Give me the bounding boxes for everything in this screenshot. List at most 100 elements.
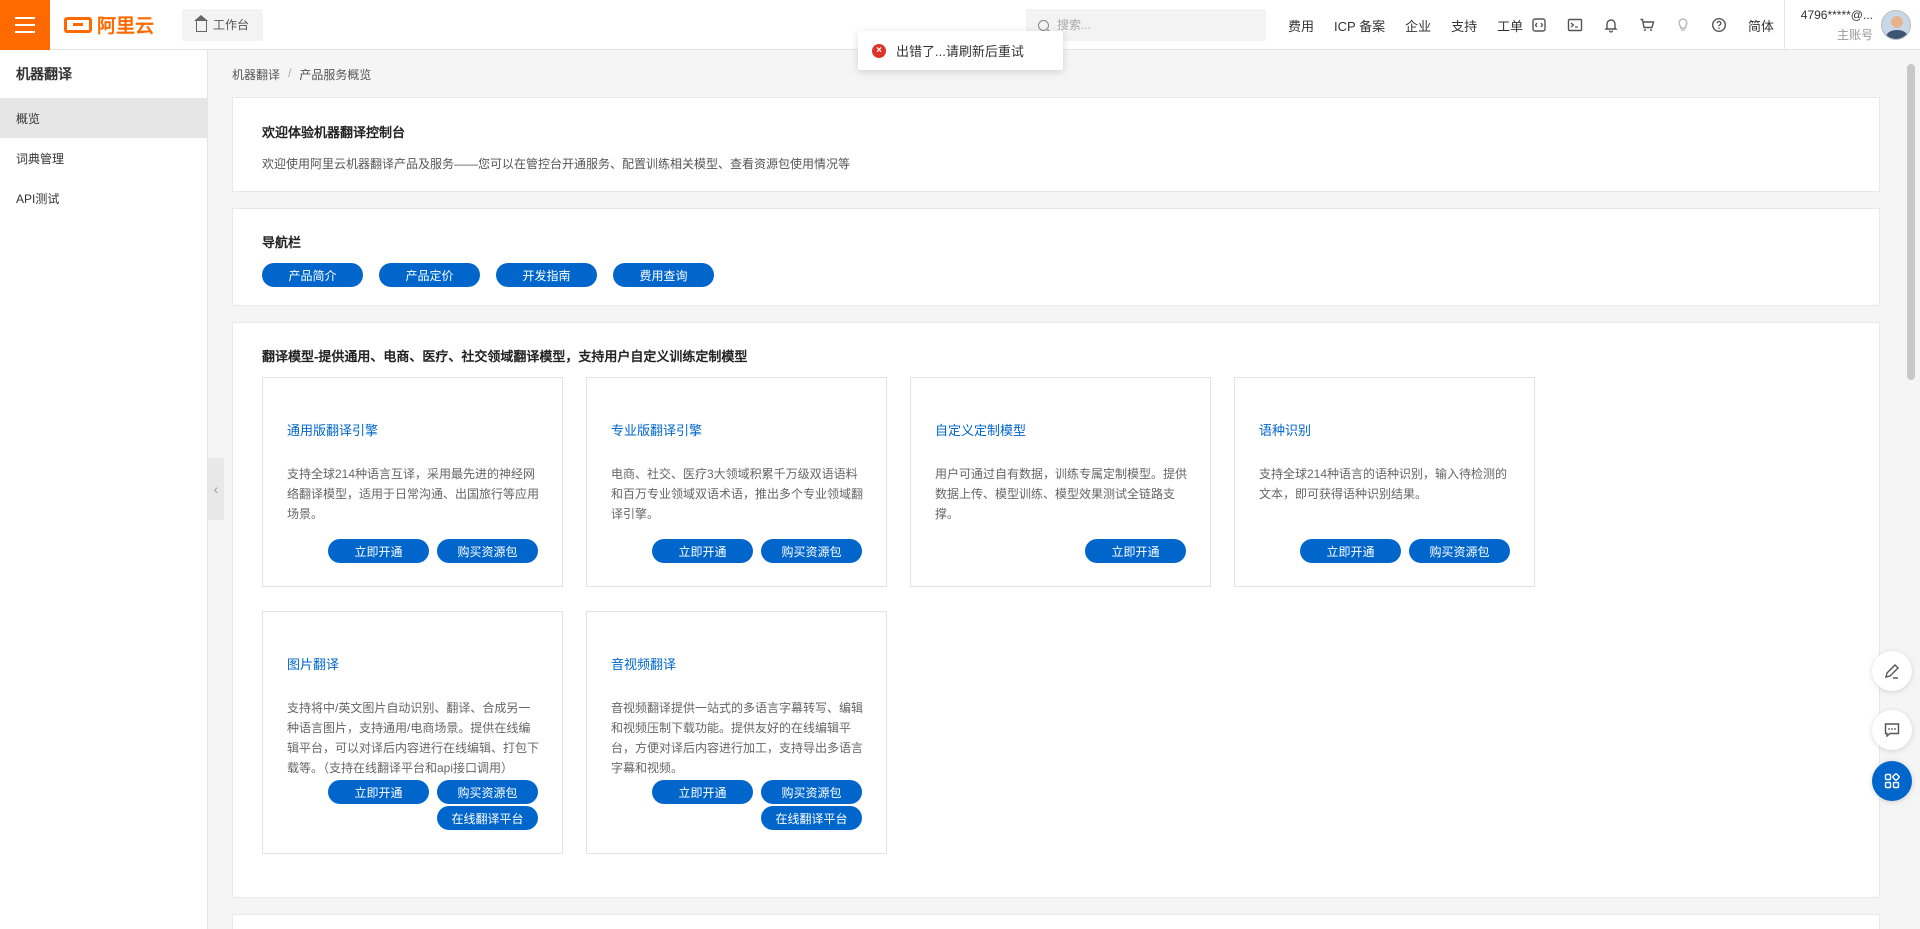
model-buttons-secondary: 在线翻译平台	[437, 806, 538, 830]
sidebar-item-api-test[interactable]: API测试	[0, 178, 207, 218]
aliyun-logo-icon	[64, 16, 92, 33]
activate-button[interactable]: 立即开通	[1300, 539, 1401, 563]
translation-models-card: 翻译模型-提供通用、电商、医疗、社交领域翻译模型，支持用户自定义训练定制模型 通…	[232, 322, 1880, 898]
model-title[interactable]: 通用版翻译引擎	[287, 420, 378, 439]
billing-query-button[interactable]: 费用查询	[613, 263, 714, 287]
model-description: 支持全球214种语言互译，采用最先进的神经网络翻译模型，适用于日常沟通、出国旅行…	[287, 467, 540, 521]
account-role: 主账号	[1836, 27, 1873, 42]
model-description: 支持将中/英文图片自动识别、翻译、合成另一种语言图片，支持通用/电商场景。提供在…	[287, 701, 540, 775]
model-card-general: 通用版翻译引擎 支持全球214种语言互译，采用最先进的神经网络翻译模型，适用于日…	[262, 377, 563, 587]
navigation-title: 导航栏	[262, 235, 302, 250]
product-intro-button[interactable]: 产品简介	[262, 263, 363, 287]
model-buttons: 立即开通 购买资源包	[328, 539, 538, 563]
error-icon: ×	[872, 43, 886, 58]
language-switch[interactable]: 简体	[1748, 16, 1774, 35]
buy-package-button[interactable]: 购买资源包	[437, 539, 538, 563]
model-card-custom: 自定义定制模型 用户可通过自有数据，训练专属定制模型。提供数据上传、模型训练、模…	[910, 377, 1211, 587]
lightbulb-icon[interactable]	[1674, 16, 1692, 34]
sidebar-collapse-button[interactable]: ‹	[208, 458, 224, 520]
model-description: 支持全球214种语言的语种识别，输入待检测的文本，即可获得语种识别结果。	[1259, 467, 1508, 501]
search-icon	[1038, 19, 1049, 31]
chat-button[interactable]	[1872, 710, 1912, 750]
model-title[interactable]: 自定义定制模型	[935, 420, 1026, 439]
apps-grid-button[interactable]	[1872, 761, 1912, 801]
model-title[interactable]: 语种识别	[1259, 420, 1311, 439]
sidebar: 机器翻译 概览 词典管理 API测试	[0, 50, 208, 929]
hamburger-menu-button[interactable]	[0, 0, 50, 50]
nav-link-support[interactable]: 支持	[1451, 16, 1477, 35]
cart-icon[interactable]	[1638, 16, 1656, 34]
chevron-left-icon: ‹	[213, 481, 219, 497]
buy-package-button[interactable]: 购买资源包	[437, 780, 538, 804]
terminal-icon[interactable]	[1566, 16, 1584, 34]
online-platform-button[interactable]: 在线翻译平台	[761, 806, 862, 830]
nav-link-ticket[interactable]: 工单	[1497, 16, 1523, 35]
workbench-label: 工作台	[213, 18, 250, 32]
sidebar-item-overview[interactable]: 概览	[0, 98, 207, 138]
code-icon[interactable]	[1530, 16, 1548, 34]
model-card-av-translation: 音视频翻译 音视频翻译提供一站式的多语言字幕转写、编辑和视频压制下载功能。提供友…	[586, 611, 887, 854]
product-pricing-button[interactable]: 产品定价	[379, 263, 480, 287]
workbench-button[interactable]: 工作台	[182, 8, 264, 41]
model-buttons: 立即开通 购买资源包	[1300, 539, 1510, 563]
model-description: 用户可通过自有数据，训练专属定制模型。提供数据上传、模型训练、模型效果测试全链路…	[935, 467, 1188, 521]
online-platform-button[interactable]: 在线翻译平台	[437, 806, 538, 830]
navigation-buttons: 产品简介 产品定价 开发指南 费用查询	[262, 263, 714, 287]
buy-package-button[interactable]: 购买资源包	[761, 780, 862, 804]
model-card-image-translation: 图片翻译 支持将中/英文图片自动识别、翻译、合成另一种语言图片，支持通用/电商场…	[262, 611, 563, 854]
top-nav-links: 费用 ICP 备案 企业 支持 工单	[1288, 0, 1523, 50]
breadcrumb: 机器翻译 / 产品服务概览	[232, 66, 371, 83]
top-icon-group	[1530, 0, 1728, 50]
breadcrumb-separator: /	[288, 66, 292, 80]
sidebar-item-dictionary[interactable]: 词典管理	[0, 138, 207, 178]
buy-package-button[interactable]: 购买资源包	[1409, 539, 1510, 563]
model-card-language-detect: 语种识别 支持全球214种语言的语种识别，输入待检测的文本，即可获得语种识别结果…	[1234, 377, 1535, 587]
model-buttons: 立即开通 购买资源包	[652, 780, 862, 804]
pencil-icon	[1885, 664, 1899, 679]
model-description: 音视频翻译提供一站式的多语言字幕转写、编辑和视频压制下载功能。提供友好的在线编辑…	[611, 701, 864, 775]
breadcrumb-item-current: 产品服务概览	[299, 68, 372, 82]
model-title[interactable]: 图片翻译	[287, 654, 339, 673]
chat-icon	[1884, 723, 1900, 738]
sidebar-title: 机器翻译	[16, 66, 72, 82]
nav-link-billing[interactable]: 费用	[1288, 16, 1314, 35]
logo-text: 阿里云	[97, 16, 155, 37]
account-names: 4796*****@... 主账号	[1793, 8, 1873, 43]
home-icon	[194, 14, 209, 32]
model-buttons: 立即开通	[1085, 539, 1186, 563]
model-buttons: 立即开通 购买资源包	[328, 780, 538, 804]
welcome-card: 欢迎体验机器翻译控制台 欢迎使用阿里云机器翻译产品及服务——您可以在管控台开通服…	[232, 97, 1880, 192]
edit-feedback-button[interactable]	[1872, 651, 1912, 691]
scrollbar-thumb[interactable]	[1907, 64, 1915, 380]
grid-icon	[1884, 773, 1900, 789]
account-id: 4796*****@...	[1800, 7, 1873, 22]
activate-button[interactable]: 立即开通	[652, 780, 753, 804]
activate-button[interactable]: 立即开通	[328, 780, 429, 804]
toast-message: 出错了...请刷新后重试	[896, 44, 1024, 59]
buy-package-button[interactable]: 购买资源包	[761, 539, 862, 563]
model-description: 电商、社交、医疗3大领域积累千万级双语语料和百万专业领域双语术语，推出多个专业领…	[611, 467, 864, 521]
model-buttons-secondary: 在线翻译平台	[761, 806, 862, 830]
help-icon[interactable]	[1710, 16, 1728, 34]
next-section-card	[232, 914, 1880, 929]
model-title[interactable]: 音视频翻译	[611, 654, 676, 673]
breadcrumb-item-root[interactable]: 机器翻译	[232, 66, 280, 83]
search-input[interactable]	[1057, 18, 1237, 32]
model-buttons: 立即开通 购买资源包	[652, 539, 862, 563]
avatar[interactable]	[1881, 10, 1911, 40]
nav-link-enterprise[interactable]: 企业	[1405, 16, 1431, 35]
welcome-title: 欢迎体验机器翻译控制台	[262, 125, 406, 140]
activate-button[interactable]: 立即开通	[1085, 539, 1186, 563]
dev-guide-button[interactable]: 开发指南	[496, 263, 597, 287]
account-menu[interactable]: 4796*****@... 主账号	[1784, 0, 1920, 50]
model-title[interactable]: 专业版翻译引擎	[611, 420, 702, 439]
navigation-card: 导航栏 产品简介 产品定价 开发指南 费用查询	[232, 208, 1880, 306]
aliyun-logo[interactable]: 阿里云	[64, 11, 154, 38]
models-title: 翻译模型-提供通用、电商、医疗、社交领域翻译模型，支持用户自定义训练定制模型	[262, 349, 748, 364]
nav-link-icp[interactable]: ICP 备案	[1334, 16, 1385, 35]
model-card-professional: 专业版翻译引擎 电商、社交、医疗3大领域积累千万级双语语料和百万专业领域双语术语…	[586, 377, 887, 587]
error-toast: × 出错了...请刷新后重试	[858, 31, 1063, 70]
activate-button[interactable]: 立即开通	[652, 539, 753, 563]
bell-icon[interactable]	[1602, 16, 1620, 34]
activate-button[interactable]: 立即开通	[328, 539, 429, 563]
